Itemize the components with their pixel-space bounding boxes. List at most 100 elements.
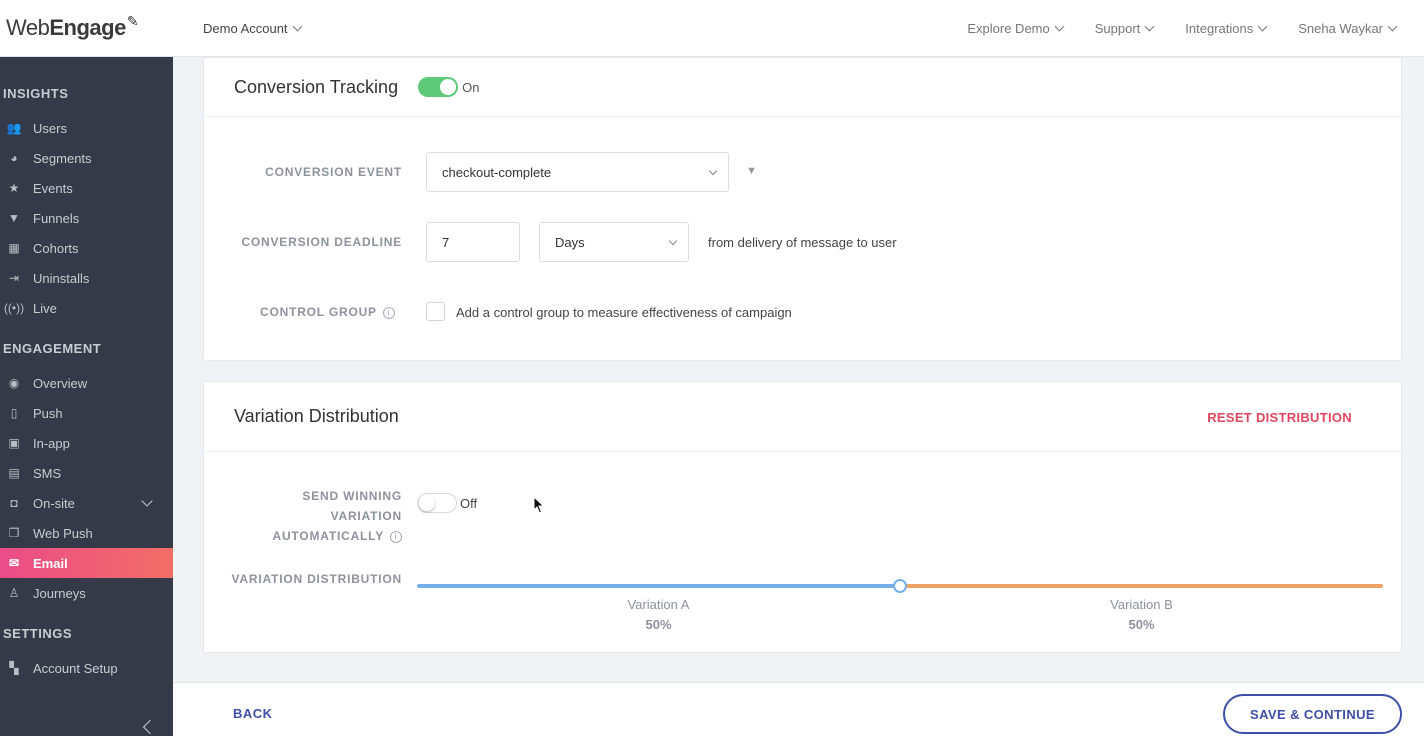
variation-b-name: Variation B: [1110, 597, 1173, 612]
conversion-deadline-unit-select[interactable]: Days: [539, 222, 689, 262]
footer-bar: BACK SAVE & CONTINUE: [173, 682, 1424, 736]
control-group-checkbox[interactable]: [426, 302, 445, 321]
control-group-label-text: CONTROL GROUP: [260, 305, 377, 319]
collapse-sidebar-icon[interactable]: [142, 719, 158, 735]
sidebar-item-label: Overview: [33, 375, 88, 391]
logo[interactable]: Web Engage ✎: [0, 0, 173, 57]
star-icon: ★: [8, 181, 20, 195]
conversion-tracking-header: Conversion Tracking On: [204, 58, 1401, 117]
journey-icon: ♙: [8, 586, 20, 600]
section-insights: INSIGHTS: [3, 86, 69, 101]
variation-a-track[interactable]: [417, 584, 900, 588]
user-menu[interactable]: Sneha Waykar: [1298, 20, 1398, 36]
cohort-grid-icon: ▦: [8, 241, 20, 255]
sidebar-item-account-setup[interactable]: ▚ Account Setup: [0, 653, 173, 683]
sms-icon: ▤: [8, 466, 20, 480]
broadcast-icon: ((•)): [3, 301, 25, 315]
chevron-down-icon[interactable]: [141, 495, 153, 507]
conversion-deadline-input[interactable]: 7: [426, 222, 520, 262]
dashboard-icon: ▚: [9, 661, 19, 675]
user-name: Sneha Waykar: [1298, 20, 1383, 36]
sidebar-item-cohorts[interactable]: ▦ Cohorts: [0, 233, 173, 263]
sidebar-item-label: Events: [33, 180, 73, 196]
top-bar: Web Engage ✎ Demo Account Explore Demo Sup…: [0, 0, 1424, 57]
chevron-down-icon: [1144, 21, 1155, 31]
logo-mark-icon: ✎: [126, 12, 139, 29]
logo-text-engage: Engage: [49, 15, 126, 40]
save-continue-button[interactable]: SAVE & CONTINUE: [1223, 694, 1402, 734]
variation-a-percent: 50%: [645, 617, 672, 632]
sidebar-item-segments[interactable]: ◕ Segments: [0, 143, 173, 173]
conversion-event-value: checkout-complete: [442, 164, 552, 180]
exit-icon: ⇥: [8, 271, 20, 285]
toggle-knob: [419, 495, 435, 511]
sidebar-item-push[interactable]: ▯ Push: [0, 398, 173, 428]
explore-demo-menu[interactable]: Explore Demo: [967, 20, 1065, 36]
send-winning-label-line2: VARIATION: [330, 509, 402, 523]
info-icon[interactable]: i: [390, 530, 402, 543]
sidebar-item-on-site[interactable]: ◘ On-site: [0, 488, 173, 518]
on-site-icon: ◘: [10, 496, 18, 510]
sidebar: INSIGHTS 👥 Users ◕ Segments ★ Events ▼ Funne…: [0, 57, 173, 736]
sidebar-item-users[interactable]: 👥 Users: [0, 113, 173, 143]
sidebar-item-in-app[interactable]: ▣ In-app: [0, 428, 173, 458]
info-icon[interactable]: i: [382, 306, 395, 319]
filter-icon[interactable]: ▼: [746, 165, 757, 177]
sidebar-item-overview[interactable]: ◉ Overview: [0, 368, 173, 398]
send-winning-toggle-label: Off: [460, 496, 478, 511]
send-winning-label-line3-text: AUTOMATICALLY: [272, 529, 384, 543]
sidebar-item-label: In-app: [33, 435, 70, 451]
header-links: Explore Demo Support Integrations Sneha …: [935, 21, 1424, 36]
variation-distribution-card: Variation Distribution RESET DISTRIBUTIO…: [203, 381, 1402, 653]
conversion-deadline-label: CONVERSION DEADLINE: [241, 235, 402, 249]
mouse-cursor-icon: [533, 496, 545, 514]
section-settings: SETTINGS: [3, 626, 73, 641]
conversion-tracking-title: Conversion Tracking: [234, 76, 399, 97]
reset-distribution-button[interactable]: RESET DISTRIBUTION: [1207, 410, 1352, 425]
pie-chart-icon: ◕: [10, 151, 18, 165]
send-winning-label: SEND WINNING VARIATION AUTOMATICALLY i: [224, 486, 402, 546]
account-switcher[interactable]: Demo Account: [203, 20, 302, 36]
sidebar-item-label: Email: [33, 555, 68, 571]
integrations-label: Integrations: [1185, 20, 1254, 36]
variation-a-name: Variation A: [627, 597, 690, 612]
send-winning-label-line1: SEND WINNING: [302, 489, 402, 503]
integrations-menu[interactable]: Integrations: [1185, 20, 1268, 36]
explore-demo-label: Explore Demo: [967, 20, 1050, 36]
conversion-tracking-card: Conversion Tracking On CONVERSION EVENT …: [203, 57, 1402, 361]
sidebar-item-label: Funnels: [33, 210, 80, 226]
sidebar-item-label: Cohorts: [33, 240, 79, 256]
toggle-knob: [440, 79, 457, 95]
chevron-down-icon: [292, 21, 302, 31]
chevron-down-icon: [1054, 21, 1065, 31]
variation-b-percent: 50%: [1128, 617, 1155, 632]
send-winning-toggle[interactable]: [417, 493, 457, 513]
sidebar-item-label: On-site: [33, 495, 75, 511]
support-label: Support: [1094, 20, 1141, 36]
account-name: Demo Account: [203, 20, 288, 36]
conversion-event-select[interactable]: checkout-complete: [426, 152, 729, 192]
back-button[interactable]: BACK: [233, 706, 273, 721]
sidebar-item-email[interactable]: ✉ Email: [0, 548, 173, 578]
sidebar-item-funnels[interactable]: ▼ Funnels: [0, 203, 173, 233]
send-winning-label-line3: AUTOMATICALLY i: [224, 526, 402, 546]
logo-text-web: Web: [6, 15, 50, 40]
mobile-push-icon: ▯: [10, 406, 18, 420]
envelope-icon: ✉: [8, 556, 20, 570]
sidebar-item-sms[interactable]: ▤ SMS: [0, 458, 173, 488]
sidebar-item-journeys[interactable]: ♙ Journeys: [0, 578, 173, 608]
section-engagement: ENGAGEMENT: [3, 341, 102, 356]
sidebar-item-label: Users: [33, 120, 67, 136]
distribution-slider-handle[interactable]: [893, 579, 907, 593]
eye-icon: ◉: [8, 376, 20, 390]
sidebar-item-web-push[interactable]: ❐ Web Push: [0, 518, 173, 548]
chevron-down-icon: [1387, 21, 1398, 31]
sidebar-item-uninstalls[interactable]: ⇥ Uninstalls: [0, 263, 173, 293]
variation-b-track[interactable]: [900, 584, 1383, 588]
web-push-icon: ❐: [8, 526, 20, 540]
conversion-tracking-toggle[interactable]: [418, 77, 459, 97]
sidebar-item-live[interactable]: ((•)) Live: [0, 293, 173, 323]
variation-distribution-label: VARIATION DISTRIBUTION: [231, 572, 402, 586]
support-menu[interactable]: Support: [1094, 20, 1155, 36]
sidebar-item-events[interactable]: ★ Events: [0, 173, 173, 203]
